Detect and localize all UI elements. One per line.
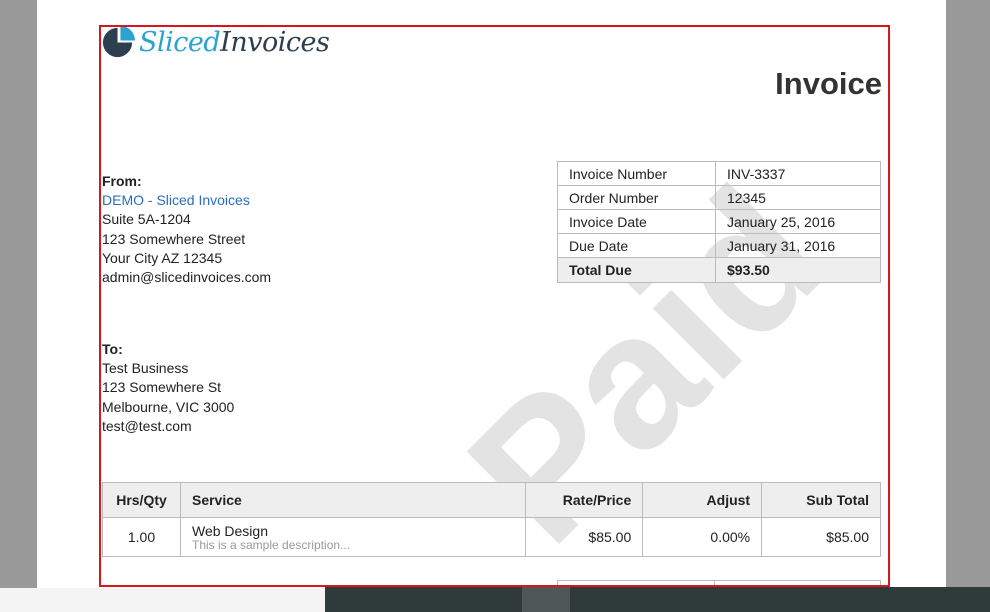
col-rate-header: Rate/Price	[525, 482, 644, 518]
item-adjust: 0.00%	[642, 517, 763, 557]
details-row: Order Number 12345	[557, 185, 881, 210]
from-address: From: DEMO - Sliced Invoices Suite 5A-12…	[102, 172, 271, 287]
to-name: Test Business	[102, 360, 189, 377]
from-heading: From:	[102, 173, 142, 189]
details-label: Due Date	[557, 233, 716, 258]
bottom-bar-left	[0, 588, 325, 612]
pie-chart-icon	[102, 25, 136, 57]
details-value: 12345	[715, 185, 881, 210]
item-qty: 1.00	[102, 517, 181, 557]
details-row: Due Date January 31, 2016	[557, 233, 881, 258]
item-service: Web Design	[191, 522, 268, 539]
total-due-label: Total Due	[557, 257, 716, 283]
total-due-value: $93.50	[715, 257, 881, 283]
logo-text: SlicedInvoices	[139, 26, 330, 58]
details-label: Invoice Date	[557, 209, 716, 234]
col-adjust-header: Adjust	[642, 482, 763, 518]
from-address-line: Your City AZ 12345	[102, 249, 223, 266]
to-address-line: Melbourne, VIC 3000	[102, 398, 235, 415]
item-rate: $85.00	[525, 517, 644, 557]
details-row: Invoice Date January 25, 2016	[557, 209, 881, 234]
details-value: January 25, 2016	[715, 209, 881, 234]
details-row: Invoice Number INV-3337	[557, 161, 881, 186]
from-company-link[interactable]: DEMO - Sliced Invoices	[102, 191, 271, 210]
to-email: test@test.com	[102, 417, 192, 434]
line-items-header: Hrs/Qty Service Rate/Price Adjust Sub To…	[102, 482, 881, 518]
to-heading: To:	[102, 341, 123, 357]
bottom-bar-dark	[325, 587, 990, 612]
item-subtotal: $85.00	[761, 517, 881, 557]
bottom-bar-segment	[522, 587, 570, 612]
from-address-line: 123 Somewhere Street	[102, 230, 246, 247]
invoice-page: Paid SlicedInvoices Invoice Invoice Numb…	[37, 0, 946, 612]
to-address: To: Test Business 123 Somewhere St Melbo…	[102, 340, 234, 436]
details-label: Order Number	[557, 185, 716, 210]
table-row: 1.00 Web Design This is a sample descrip…	[102, 517, 881, 557]
line-items-table: Hrs/Qty Service Rate/Price Adjust Sub To…	[102, 482, 881, 557]
item-description: This is a sample description...	[191, 537, 351, 552]
from-email: admin@slicedinvoices.com	[102, 269, 272, 286]
col-qty-header: Hrs/Qty	[102, 482, 181, 518]
details-value: INV-3337	[715, 161, 881, 186]
col-subtotal-header: Sub Total	[761, 482, 881, 518]
total-due-row: Total Due $93.50	[557, 257, 881, 283]
details-label: Invoice Number	[557, 161, 716, 186]
sliced-invoices-logo: SlicedInvoices	[101, 24, 330, 60]
details-value: January 31, 2016	[715, 233, 881, 258]
to-address-line: 123 Somewhere St	[102, 379, 222, 396]
from-address-line: Suite 5A-1204	[102, 211, 191, 228]
invoice-title: Invoice	[775, 66, 882, 101]
col-service-header: Service	[179, 482, 527, 518]
item-service-cell: Web Design This is a sample description.…	[179, 517, 527, 557]
invoice-details-table: Invoice Number INV-3337 Order Number 123…	[557, 161, 881, 283]
